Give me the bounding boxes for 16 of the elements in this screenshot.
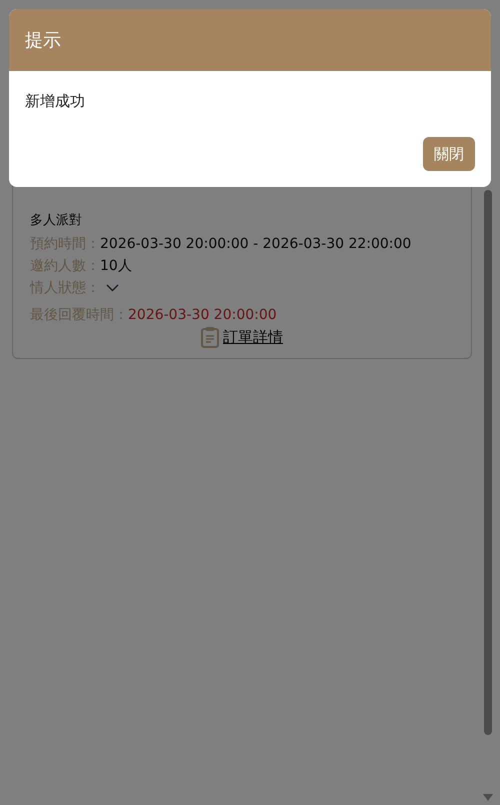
clipboard-icon [201, 326, 219, 348]
order-details-link[interactable]: 訂單詳情 [223, 326, 283, 348]
scrollbar-thumb[interactable] [484, 190, 492, 735]
dialog-title: 提示 [25, 28, 61, 52]
field-value: 2026-03-30 20:00:00 - 2026-03-30 22:00:00 [100, 234, 412, 254]
field-label: 預約時間： [30, 234, 100, 254]
field-label: 邀約人數： [30, 256, 100, 276]
order-title: 多人派對 [30, 212, 83, 230]
chevron-down-icon[interactable] [106, 284, 119, 292]
last-reply-time: 2026-03-30 20:00:00 [128, 306, 277, 322]
close-button[interactable]: 關閉 [423, 136, 475, 171]
scroll-down-icon[interactable] [482, 794, 492, 801]
field-label: 情人狀態： [30, 278, 100, 298]
field-value: 10人 [100, 256, 132, 276]
last-reply-label: 最後回覆時間： [30, 306, 128, 322]
dialog-message: 新增成功 [24, 91, 86, 112]
